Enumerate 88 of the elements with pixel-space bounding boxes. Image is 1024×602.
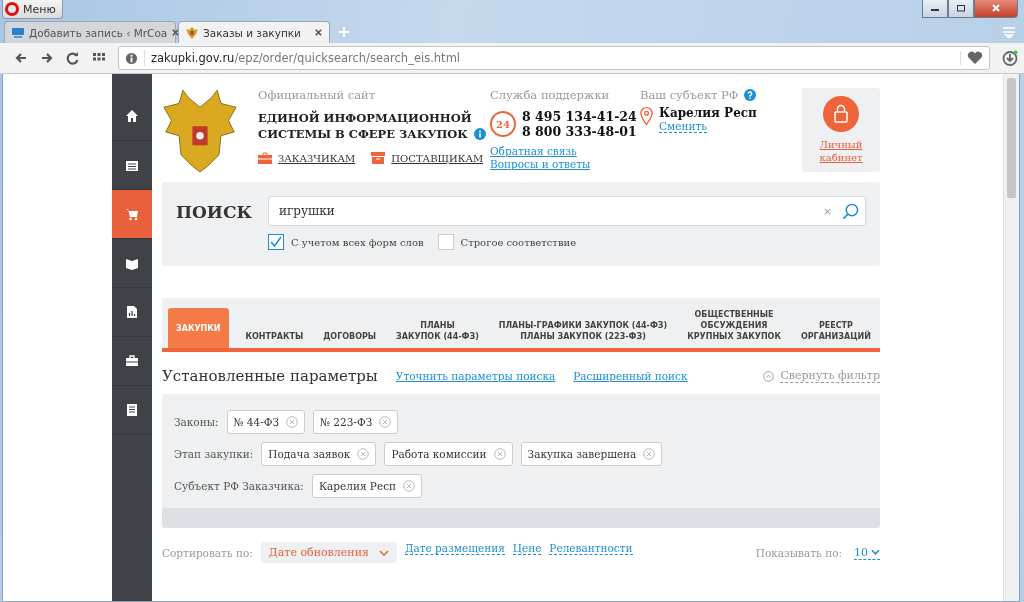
tab-title: Заказы и закупки [203,26,302,39]
sort-label: Сортировать по: [162,546,253,559]
lock-icon [823,96,859,132]
site-icon [11,25,25,40]
collapse-filter-link[interactable]: Свернуть фильтр [780,369,880,383]
checkbox[interactable] [437,234,454,250]
section-tab[interactable]: ПЛАНЫ ЗАКУПОК (44-ФЗ) [393,320,482,348]
box-icon [371,152,386,164]
location-pin-icon [640,106,653,126]
chevron-down-icon [871,549,880,555]
maximize-button[interactable] [948,0,974,18]
filter-label: Этап закупки: [174,448,254,460]
home-icon [125,109,139,123]
support-link[interactable]: Вопросы и ответы [490,158,640,171]
filter-tag: Работа комиссии [384,442,513,466]
section-tab[interactable]: ДОГОВОРЫ [320,331,380,348]
scrollbar[interactable] [1003,74,1019,601]
close-tab-icon[interactable] [314,28,323,37]
search-icon[interactable] [842,202,859,220]
help-icon[interactable] [744,89,757,101]
chevron-down-icon [378,549,389,556]
section-tab[interactable]: ПЛАНЫ-ГРАФИКИ ЗАКУПОК (44-ФЗ) ПЛАНЫ ЗАКУПОК (223-ФЗ) [495,320,671,348]
url-host: zakupki.gov.ru [151,51,235,65]
filter-tag: № 223-ФЗ [313,410,399,434]
checkbox-label: Строгое соответствие [460,236,577,248]
filter-link[interactable]: Расширенный поиск [573,369,688,383]
section-tab[interactable]: КОНТРАКТЫ [242,331,307,348]
audience-link[interactable]: ПОСТАВЩИКАМ [391,152,484,164]
maximize-icon [956,3,966,12]
browser-tab[interactable]: Заказы и закупки [178,21,330,43]
section-tab[interactable]: ЗАКУПКИ [168,308,229,348]
audience-link[interactable]: ЗАКАЗЧИКАМ [278,152,356,164]
close-icon [991,3,1001,12]
personal-cabinet-card[interactable]: Личный кабинет [802,88,880,172]
briefcase-icon [258,152,272,164]
filter-tag: Подача заявок [261,442,377,466]
filter-label: Законы: [174,416,219,428]
filter-tag: Карелия Респ [311,474,423,498]
back-icon[interactable] [14,51,28,65]
sort-dropdown[interactable]: Дате обновления [260,542,397,563]
support-link[interactable]: Обратная связь [490,145,640,158]
address-bar[interactable]: zakupki.gov.ru/epz/order/quicksearch/search_eis.html [118,46,990,70]
sidebar-item[interactable] [112,190,152,239]
document-icon [125,403,139,417]
search-title: ПОИСК [176,202,253,222]
phone-number: 8 495 134-41-24 [522,109,637,124]
checkbox[interactable] [268,234,284,250]
site-title: СИСТЕМЫ В СФЕРЕ ЗАКУПОК [258,126,468,142]
filter-tag: № 44-ФЗ [226,410,306,434]
emblem-icon [185,25,199,40]
download-icon[interactable] [1002,50,1018,66]
reload-icon[interactable] [66,51,80,65]
region-name: Карелия Респ [659,106,757,120]
book-icon [125,256,139,270]
personal-cabinet-link[interactable]: Личный кабинет [816,138,866,164]
browser-tab[interactable]: Добавить запись ‹ MrCoa [4,21,176,43]
sort-option-link[interactable]: Релевантности [549,542,633,555]
info-icon [125,51,138,65]
section-tab[interactable]: РЕЕСТР ОРГАНИЗАЦИЙ [797,320,874,348]
sort-option-link[interactable]: Дате размещения [404,542,505,555]
close-button[interactable] [974,0,1018,18]
change-region-link[interactable]: Сменить [659,120,707,133]
tab-title: Добавить запись ‹ MrCoa [29,26,168,39]
support-24-badge: 24 [490,111,516,137]
phone-number: 8 800 333-48-01 [522,124,637,139]
support-caption: Служба поддержки [490,88,611,102]
region-caption: Ваш субъект РФ [640,88,739,102]
close-tab-icon[interactable] [171,28,181,37]
forward-icon[interactable] [40,51,54,65]
search-field[interactable]: игрушки [268,196,866,226]
info-icon[interactable] [473,128,486,140]
section-tab[interactable]: ОБЩЕСТВЕННЫЕ ОБСУЖДЕНИЯ КРУПНЫХ ЗАКУПОК [684,309,784,348]
filter-link[interactable]: Уточнить параметры поиска [395,369,556,383]
page-size-dropdown[interactable]: 10 [854,545,880,560]
filters-title: Установленные параметры [162,367,378,385]
cart-icon [125,207,139,221]
url-path: /epz/order/quicksearch/search_eis.html [234,51,461,65]
sort-option-link[interactable]: Цене [512,542,542,555]
filter-tag: Закупка завершена [520,442,663,466]
minimize-button[interactable] [922,0,948,18]
report-icon [125,305,139,319]
site-title: ЕДИНОЙ ИНФОРМАЦИОННОЙ [258,110,473,126]
filter-label: Субъект РФ Заказчика: [174,480,304,492]
site-caption: Официальный сайт [258,88,377,102]
checkbox-label: С учетом всех форм слов [291,236,424,248]
page-size-label: Показывать по: [755,546,842,559]
menu-button[interactable]: Меню [2,0,63,19]
briefcase-icon [125,354,139,368]
